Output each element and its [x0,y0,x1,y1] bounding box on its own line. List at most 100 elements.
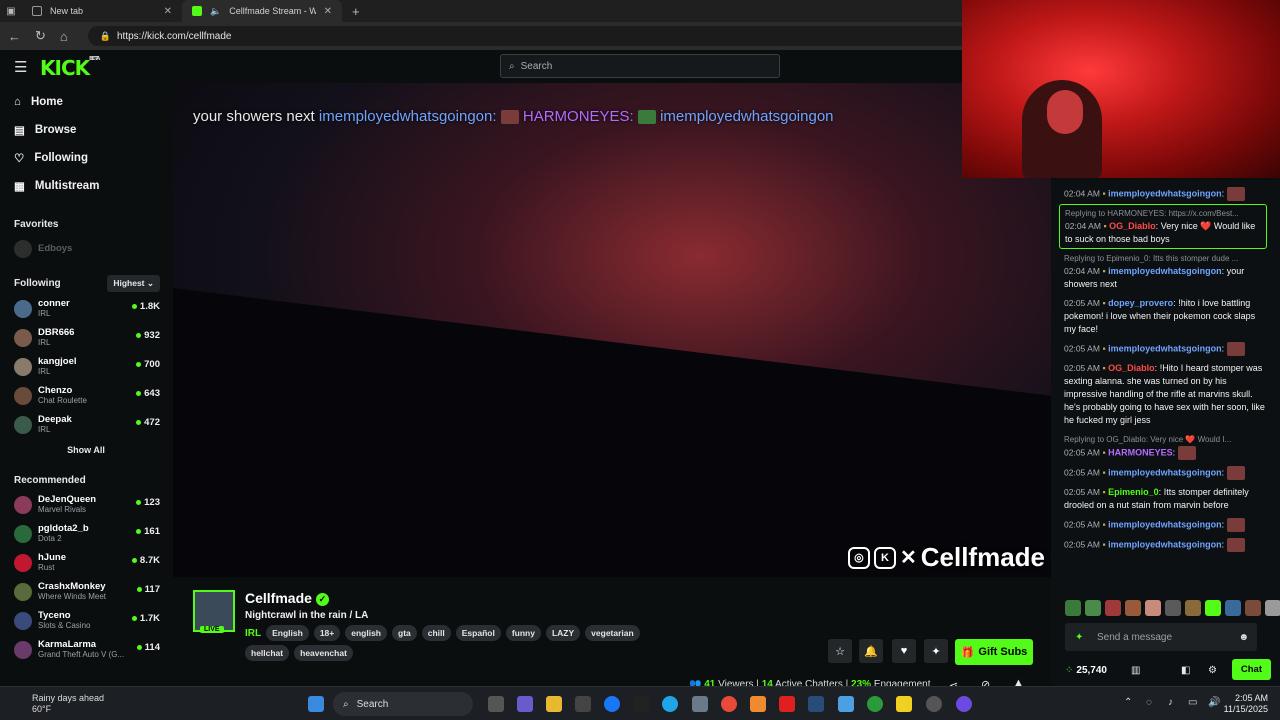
emote-icon[interactable] [1205,600,1221,616]
volume-icon[interactable]: 🔊 [1208,697,1220,708]
channel-item[interactable]: pgldota2_b Dota 2 161 [0,519,172,548]
points-value[interactable]: 25,740 [1076,665,1107,676]
message-user[interactable]: imemployedwhatsgoingon [1108,188,1222,198]
close-icon[interactable]: ✕ [164,6,172,17]
channel-item[interactable]: hJune Rust 8.7K [0,548,172,577]
reload-icon[interactable]: ↻ [35,28,46,44]
favorite-channel[interactable]: Edboys [0,234,172,263]
emote-icon[interactable] [1065,600,1081,616]
emote-icon[interactable] [1185,600,1201,616]
reply-context[interactable]: Replying to OG_Diablo: Very nice ❤️ Woul… [1064,433,1268,446]
message-user[interactable]: imemployedwhatsgoingon [1108,519,1222,529]
message-user[interactable]: dopey_provero [1108,298,1173,308]
mod-icon[interactable]: ◧ [1181,665,1190,676]
close-icon[interactable]: ✕ [324,6,332,17]
steam-icon[interactable] [808,696,824,712]
tab-cellfmade[interactable]: 🔈 Cellfmade Stream - Watch L ✕ [182,0,342,22]
emoji-icon[interactable]: ☻ [1238,632,1249,643]
message-user[interactable]: imemployedwhatsgoingon [1108,266,1222,276]
start-icon[interactable] [308,696,324,712]
file-explorer-icon[interactable] [546,696,562,712]
tag-chip[interactable]: LAZY [545,625,581,641]
app-icon[interactable] [838,696,854,712]
category-link[interactable]: IRL [245,628,261,639]
gear-icon[interactable]: ⚙ [1208,665,1217,676]
emote-icon[interactable] [1105,600,1121,616]
emote-icon[interactable] [1145,600,1161,616]
emote-icon[interactable] [1265,600,1280,616]
tag-chip[interactable]: funny [505,625,541,641]
tag-chip[interactable]: gta [392,625,417,641]
new-tab-icon[interactable]: + [342,4,360,19]
sort-dropdown[interactable]: Highest ⌄ [107,275,160,292]
sparkle-icon[interactable]: ✦ [924,639,948,663]
edge-icon[interactable] [662,696,678,712]
task-view-icon[interactable] [488,696,504,712]
back-icon[interactable]: ← [8,29,21,44]
channel-item[interactable]: DeJenQueen Marvel Rivals 123 [0,490,172,519]
gift-subs-button[interactable]: 🎁 Gift Subs [955,639,1033,665]
weather-widget[interactable]: Rainy days ahead 60°F [10,693,104,715]
emote-icon[interactable] [1245,600,1261,616]
speaker-icon[interactable]: 🔈 [210,6,221,17]
message-user[interactable]: imemployedwhatsgoingon [1108,539,1222,549]
show-all-button[interactable]: Show All [0,445,172,459]
streamer-name[interactable]: Cellfmade ✓ [245,590,329,606]
tab-new-tab[interactable]: New tab ✕ [22,0,182,22]
channel-item[interactable]: conner IRL 1.8K [0,294,172,323]
video-player[interactable]: your showers next imemployedwhatsgoingon… [173,83,1051,577]
emote-icon[interactable] [1165,600,1181,616]
network-icon[interactable]: ◌ [1146,697,1152,708]
address-bar[interactable]: 🔒 https://kick.com/cellfmade [87,26,988,46]
youtube-icon[interactable] [779,696,795,712]
message-user[interactable]: HARMONEYES [1108,447,1173,457]
kick-logo[interactable]: KICKBETA [40,56,100,80]
reply-context[interactable]: Replying to HARMONEYES: https://x.com/Be… [1065,207,1261,220]
chevron-up-icon[interactable]: ⌃ [1124,697,1132,708]
tag-chip[interactable]: english [345,625,387,641]
chat-input[interactable]: ✦ Send a message ☻ [1065,623,1257,651]
obs-icon[interactable] [956,696,972,712]
message-user[interactable]: imemployedwhatsgoingon [1108,343,1222,353]
chrome-icon[interactable] [721,696,737,712]
channel-item[interactable]: Chenzo Chat Roulette 643 [0,381,172,410]
channel-item[interactable]: kangjoel IRL 700 [0,352,172,381]
tag-chip[interactable]: 18+ [313,625,341,641]
channel-item[interactable]: DBR666 IRL 932 [0,323,172,352]
sidebar-item-home[interactable]: ⌂ Home [0,88,172,116]
sidebar-item-multistream[interactable]: ▦ Multistream [0,172,172,200]
tag-chip[interactable]: Español [455,625,501,641]
menu-icon[interactable]: ☰ [14,58,27,76]
bell-icon[interactable]: 🔔 [859,639,883,663]
copilot-icon[interactable] [517,696,533,712]
message-user[interactable]: OG_Diablo [1109,221,1156,231]
system-clock[interactable]: 2:05 AM 11/15/2025 [1224,693,1268,715]
chat-send-button[interactable]: Chat [1231,659,1271,680]
channel-item[interactable]: KarmaLarma Grand Theft Auto V (G... 114 [0,635,172,664]
message-user[interactable]: Epimenio_0 [1108,487,1159,497]
channel-item[interactable]: Deepak IRL 472 [0,410,172,439]
tag-chip[interactable]: heavenchat [294,645,353,661]
tag-chip[interactable]: vegetarian [585,625,640,641]
channel-item[interactable]: Tyceno Slots & Casino 1.7K [0,606,172,635]
sticky-notes-icon[interactable] [896,696,912,712]
star-icon[interactable]: ☆ [828,639,852,663]
snipping-tool-icon[interactable] [926,696,942,712]
message-user[interactable]: OG_Diablo [1108,363,1155,373]
emote-icon[interactable] [1085,600,1101,616]
heart-follow-icon[interactable]: ♥ [892,639,916,663]
xbox-icon[interactable] [867,696,883,712]
store-icon[interactable] [575,696,591,712]
facebook-icon[interactable] [604,696,620,712]
sidebar-item-following[interactable]: ♡ Following [0,144,172,172]
search-input[interactable]: ⌕ Search [500,54,780,78]
tag-chip[interactable]: chill [421,625,451,641]
amazon-icon[interactable] [633,696,649,712]
monitor-icon[interactable]: ▭ [1188,697,1197,708]
sidebar-item-browse[interactable]: ▤ Browse [0,116,172,144]
app-icon[interactable] [750,696,766,712]
emote-icon[interactable] [1225,600,1241,616]
tag-chip[interactable]: hellchat [245,645,290,661]
gift-icon[interactable]: ▥ [1131,665,1140,676]
tag-chip[interactable]: English [266,625,309,641]
